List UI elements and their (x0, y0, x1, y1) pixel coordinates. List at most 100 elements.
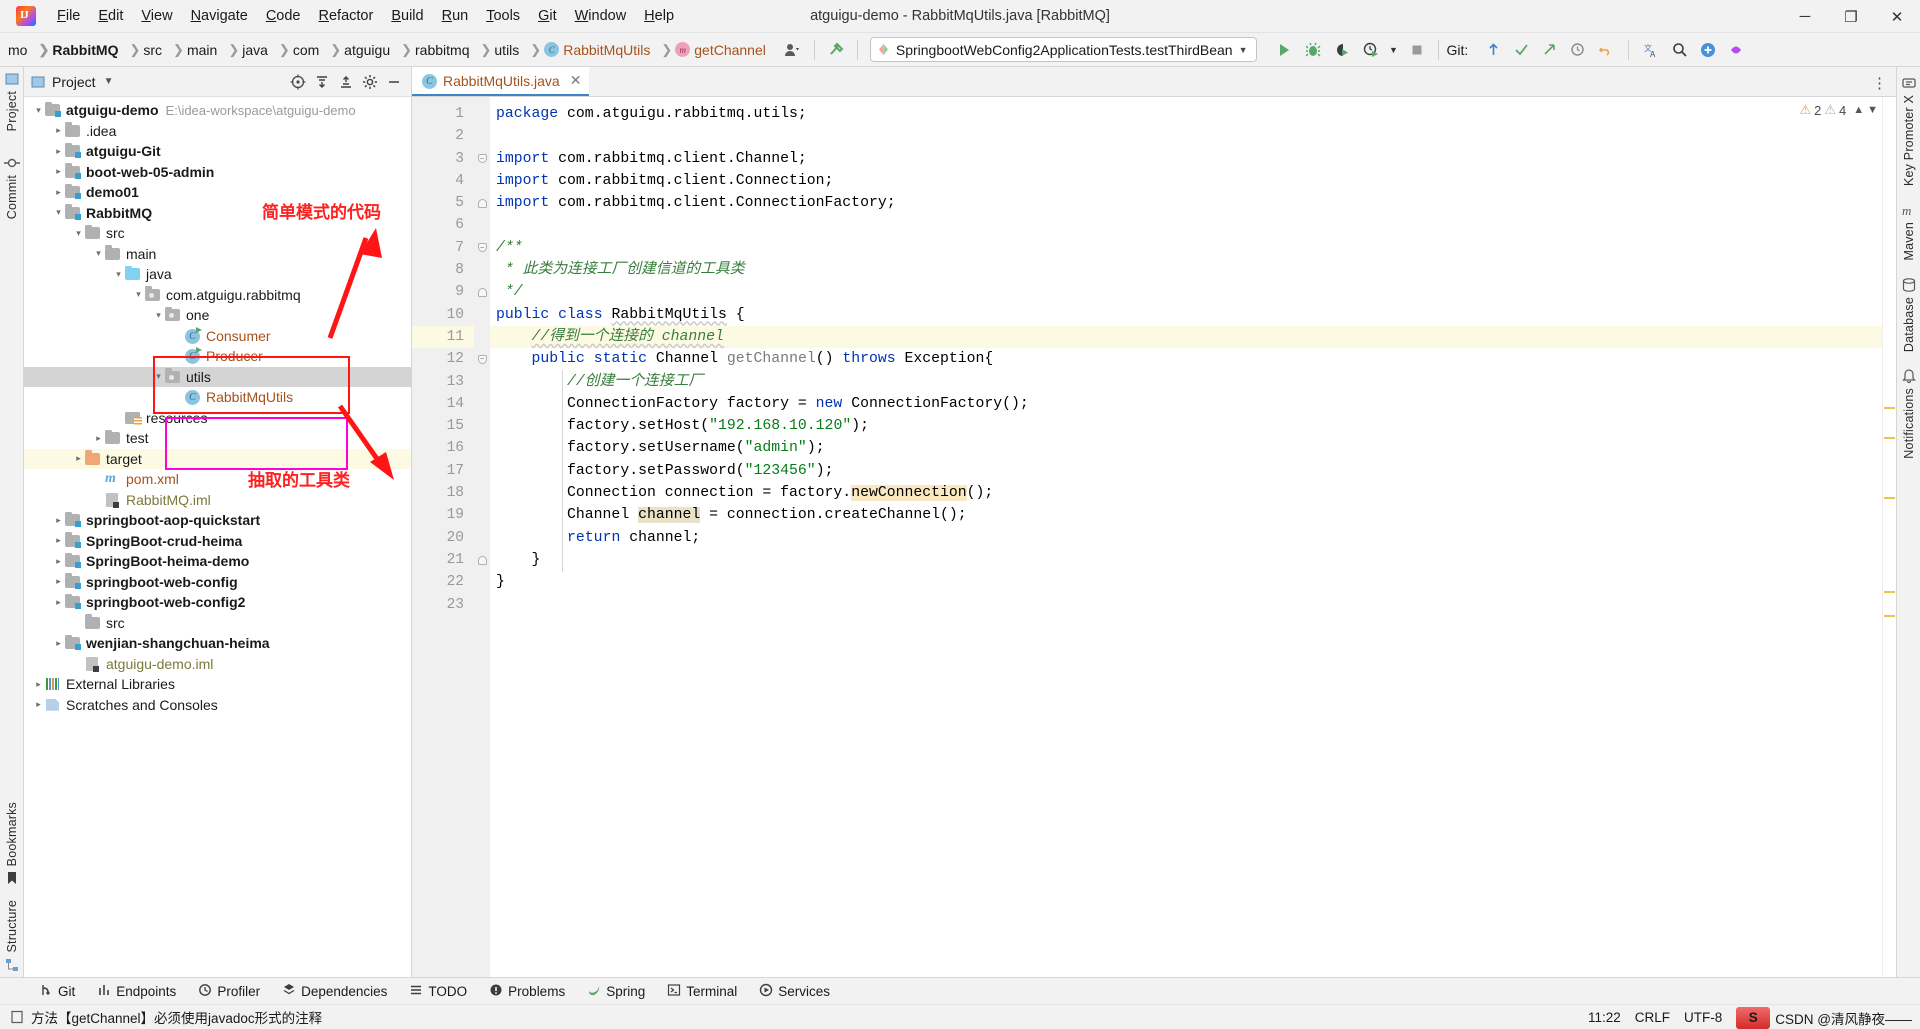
build-hammer-icon[interactable] (823, 38, 849, 62)
tree-node-springboot-crud-heima[interactable]: ▸ SpringBoot-crud-heima (24, 531, 411, 552)
tree-node-springboot-aop-quickstart[interactable]: ▸ springboot-aop-quickstart (24, 510, 411, 531)
bottom-bar-item-endpoints[interactable]: Endpoints (86, 978, 187, 1004)
bottom-bar-item-spring[interactable]: Spring (576, 978, 656, 1004)
tree-node-consumer[interactable]: C Consumer (24, 326, 411, 347)
fold-end-icon[interactable] (477, 555, 487, 565)
code-editor[interactable]: 1 2 3 4 5 6 7 8 9 10 11 12 13 14 15 16 17 18 19 20 21 22 23 − −… (412, 97, 1896, 977)
tree-expand-arrow[interactable]: ▸ (72, 453, 85, 464)
tree-expand-arrow[interactable]: ▸ (52, 638, 65, 649)
tree-node-utils[interactable]: ▾ utils (24, 366, 411, 387)
breadcrumb-item-mo[interactable]: mo (4, 40, 31, 60)
code-line[interactable]: package com.atguigu.rabbitmq.utils; (490, 103, 1882, 125)
minimize-button[interactable]: ─ (1782, 0, 1828, 33)
fold-marker-slot[interactable]: − (474, 348, 490, 370)
bottom-bar-item-profiler[interactable]: Profiler (187, 978, 271, 1004)
code-line[interactable] (490, 125, 1882, 147)
code-line[interactable] (490, 594, 1882, 616)
tree-node-pom-xml[interactable]: m pom.xml (24, 469, 411, 490)
translate-icon[interactable]: 文A (1639, 38, 1665, 62)
profile-button[interactable] (1358, 38, 1384, 62)
fold-marker-slot[interactable] (474, 326, 490, 348)
tree-expand-arrow[interactable]: ▾ (132, 289, 145, 300)
select-opened-file-button[interactable] (287, 71, 309, 93)
strip-item-bookmarks[interactable]: Bookmarks (4, 802, 20, 886)
tree-expand-arrow[interactable]: ▸ (52, 166, 65, 177)
menu-item-git[interactable]: Git (529, 4, 566, 28)
editor-tab-rabbitmqutils[interactable]: C RabbitMqUtils.java ✕ (412, 67, 590, 96)
chevron-down-icon[interactable]: ▼ (104, 76, 114, 87)
code-line[interactable]: /** (490, 237, 1882, 259)
tree-node-test[interactable]: ▸ test (24, 428, 411, 449)
strip-item-maven[interactable]: m Maven (1901, 202, 1917, 261)
fold-marker-slot[interactable] (474, 504, 490, 526)
code-line[interactable]: * 此类为连接工厂创建信道的工具类 (490, 259, 1882, 281)
tree-node-java[interactable]: ▾ java (24, 264, 411, 285)
fold-marker-slot[interactable]: − (474, 237, 490, 259)
menu-item-refactor[interactable]: Refactor (310, 4, 383, 28)
tree-node-src[interactable]: src (24, 613, 411, 634)
menu-item-window[interactable]: Window (566, 4, 636, 28)
code-line[interactable]: //创建一个连接工厂 (490, 371, 1882, 393)
chevron-up-icon[interactable]: ▲ (1853, 104, 1864, 116)
tree-node-target[interactable]: ▸ target (24, 448, 411, 469)
editor-marker-bar[interactable] (1882, 97, 1896, 977)
tree-expand-arrow[interactable]: ▾ (52, 207, 65, 218)
profile-dropdown-icon[interactable]: ▼ (1387, 38, 1401, 62)
close-button[interactable]: ✕ (1874, 0, 1920, 33)
fold-collapse-icon[interactable]: − (477, 154, 487, 164)
code-line[interactable]: */ (490, 281, 1882, 303)
menu-item-navigate[interactable]: Navigate (182, 4, 257, 28)
git-push-icon[interactable] (1536, 38, 1562, 62)
menu-item-run[interactable]: Run (433, 4, 478, 28)
strip-item-key-promoter[interactable]: Key Promoter X (1901, 75, 1917, 186)
code-folding-gutter[interactable]: − − − (474, 97, 490, 977)
tree-expand-arrow[interactable]: ▸ (52, 535, 65, 546)
breadcrumb-item-main[interactable]: ❯ main (166, 40, 221, 60)
fold-marker-slot[interactable] (474, 371, 490, 393)
menu-item-edit[interactable]: Edit (89, 4, 132, 28)
fold-collapse-icon[interactable]: − (477, 243, 487, 253)
run-button[interactable] (1271, 38, 1297, 62)
fold-end-icon[interactable] (477, 288, 487, 298)
stop-button[interactable] (1404, 38, 1430, 62)
tree-node--idea[interactable]: ▸ .idea (24, 121, 411, 142)
code-line[interactable]: import com.rabbitmq.client.Channel; (490, 148, 1882, 170)
breadcrumb-item-java[interactable]: ❯ java (221, 40, 272, 60)
breadcrumb-item-atguigu[interactable]: ❯ atguigu (323, 40, 394, 60)
fold-marker-slot[interactable]: − (474, 148, 490, 170)
tree-expand-arrow[interactable]: ▸ (32, 679, 45, 690)
tree-expand-arrow[interactable]: ▸ (52, 515, 65, 526)
breadcrumb-item-rabbitmqutils[interactable]: ❯ C RabbitMqUtils (523, 40, 654, 60)
fold-marker-slot[interactable] (474, 594, 490, 616)
tree-node-boot-web-05-admin[interactable]: ▸ boot-web-05-admin (24, 162, 411, 183)
menu-item-code[interactable]: Code (257, 4, 310, 28)
tree-node-atguigu-git[interactable]: ▸ atguigu-Git (24, 141, 411, 162)
menu-item-tools[interactable]: Tools (477, 4, 529, 28)
fold-marker-slot[interactable] (474, 103, 490, 125)
tree-expand-arrow[interactable]: ▸ (52, 187, 65, 198)
git-update-icon[interactable] (1480, 38, 1506, 62)
menu-item-file[interactable]: File (48, 4, 89, 28)
tree-node-springboot-heima-demo[interactable]: ▸ SpringBoot-heima-demo (24, 551, 411, 572)
tree-node-main[interactable]: ▾ main (24, 244, 411, 265)
fold-marker-slot[interactable] (474, 281, 490, 303)
tree-node-one[interactable]: ▾ one (24, 305, 411, 326)
git-commit-icon[interactable] (1508, 38, 1534, 62)
strip-item-project[interactable]: Project (4, 71, 20, 131)
expand-all-button[interactable] (311, 71, 333, 93)
strip-item-database[interactable]: Database (1901, 277, 1917, 352)
hide-panel-button[interactable] (383, 71, 405, 93)
code-line[interactable]: Connection connection = factory.newConne… (490, 482, 1882, 504)
tree-node-rabbitmq-iml[interactable]: RabbitMQ.iml (24, 490, 411, 511)
fold-marker-slot[interactable] (474, 214, 490, 236)
tree-node-scratches-and-consoles[interactable]: ▸ Scratches and Consoles (24, 695, 411, 716)
fold-marker-slot[interactable] (474, 259, 490, 281)
fold-marker-slot[interactable] (474, 192, 490, 214)
code-line[interactable]: import com.rabbitmq.client.Connection; (490, 170, 1882, 192)
tree-expand-arrow[interactable]: ▾ (152, 310, 165, 321)
run-configuration-selector[interactable]: SpringbootWebConfig2ApplicationTests.tes… (869, 37, 1257, 62)
bottom-bar-item-dependencies[interactable]: Dependencies (271, 978, 398, 1004)
run-with-coverage-button[interactable] (1329, 38, 1355, 62)
close-icon[interactable]: ✕ (570, 72, 582, 89)
user-avatar-icon[interactable] (780, 38, 806, 62)
